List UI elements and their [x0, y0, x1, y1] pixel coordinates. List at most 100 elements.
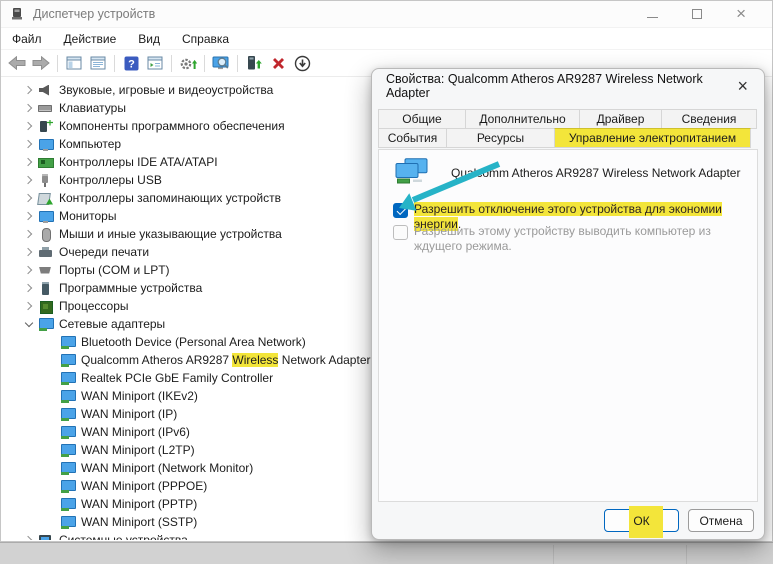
checkbox-checked-icon[interactable]: [393, 203, 408, 218]
monitor-icon: [38, 210, 54, 223]
cpu-icon: [38, 300, 53, 314]
keyboard-icon: [38, 102, 53, 115]
chevron-right-icon[interactable]: [20, 261, 38, 279]
menubar: Файл Действие Вид Справка: [1, 27, 772, 49]
network-adapter-icon: [60, 479, 76, 493]
ok-button[interactable]: ОК: [604, 506, 679, 538]
checkbox-unchecked-icon[interactable]: [393, 225, 408, 240]
svg-text:?: ?: [128, 58, 135, 70]
export-list-icon[interactable]: [143, 52, 167, 74]
window-controls: ×: [647, 5, 764, 22]
device-manager-app-icon: [12, 8, 22, 20]
chevron-right-icon[interactable]: [20, 117, 38, 135]
audio-device-icon: [38, 84, 53, 97]
toolbar-separator: [114, 54, 115, 72]
update-driver-icon[interactable]: [242, 52, 266, 74]
tab-details[interactable]: Сведения: [661, 109, 757, 129]
dialog-titlebar: Свойства: Qualcomm Atheros AR9287 Wirele…: [372, 69, 764, 103]
network-adapter-icon: [60, 461, 76, 475]
software-device-icon: [38, 281, 53, 295]
chevron-right-icon[interactable]: [20, 135, 38, 153]
network-adapter-icon: [60, 515, 76, 529]
show-console-tree-icon[interactable]: [62, 52, 86, 74]
help-icon[interactable]: ?: [119, 52, 143, 74]
software-component-icon: [38, 120, 53, 133]
cancel-button[interactable]: Отмена: [688, 509, 754, 532]
label-post: Network Adapter: [278, 353, 371, 367]
toolbar-separator: [237, 54, 238, 72]
mouse-icon: [38, 227, 53, 242]
network-adapter-icon: [38, 317, 54, 331]
desktop-strip: [0, 542, 773, 564]
chevron-right-icon[interactable]: [20, 243, 38, 261]
highlighted-word: Wireless: [232, 353, 279, 367]
screen: Диспетчер устройств × Файл Действие Вид …: [0, 0, 773, 564]
chevron-right-icon[interactable]: [20, 207, 38, 225]
menu-help[interactable]: Справка: [171, 30, 240, 48]
chevron-right-icon[interactable]: [20, 279, 38, 297]
system-device-icon: [38, 534, 53, 540]
dialog-title: Свойства: Qualcomm Atheros AR9287 Wirele…: [386, 72, 703, 100]
chevron-right-icon[interactable]: [20, 189, 38, 207]
dialog-tabs: Общие Дополнительно Драйвер Сведения Соб…: [378, 109, 758, 148]
toolbar-separator: [57, 54, 58, 72]
storage-controller-icon: [38, 192, 53, 205]
ide-controller-icon: [38, 156, 54, 169]
tab-power-management[interactable]: Управление электропитанием: [554, 128, 751, 148]
strip-divider: [553, 545, 554, 564]
dialog-footer: ОК Отмена: [378, 506, 758, 538]
network-adapter-icon: [60, 389, 76, 403]
back-icon[interactable]: [5, 52, 29, 74]
chevron-right-icon[interactable]: [20, 171, 38, 189]
toolbar-separator: [204, 54, 205, 72]
chevron-right-icon[interactable]: [20, 81, 38, 99]
network-adapter-icon: [60, 407, 76, 421]
scan-hardware-changes-icon[interactable]: [209, 52, 233, 74]
network-adapter-icon: [60, 425, 76, 439]
network-adapter-icon: [395, 158, 428, 184]
network-adapter-icon: [60, 335, 76, 349]
chevron-right-icon[interactable]: [20, 153, 38, 171]
tab-row-1: Общие Дополнительно Драйвер Сведения: [378, 109, 758, 129]
network-adapter-icon: [60, 443, 76, 457]
network-adapter-icon: [60, 353, 76, 367]
tab-row-2: События Ресурсы Управление электропитани…: [378, 128, 758, 148]
disable-device-icon[interactable]: [290, 52, 314, 74]
tab-resources[interactable]: Ресурсы: [446, 128, 555, 148]
titlebar: Диспетчер устройств ×: [1, 1, 772, 27]
port-icon: [38, 264, 53, 277]
maximize-icon[interactable]: [692, 9, 703, 19]
label-pre: Qualcomm Atheros AR9287: [81, 353, 233, 367]
chevron-right-icon[interactable]: [20, 99, 38, 117]
chevron-right-icon[interactable]: [20, 531, 38, 540]
tab-events[interactable]: События: [378, 128, 447, 148]
chevron-right-icon[interactable]: [20, 297, 38, 315]
menu-action[interactable]: Действие: [53, 30, 128, 48]
update-driver-settings-icon[interactable]: [176, 52, 200, 74]
properties-dialog: Свойства: Qualcomm Atheros AR9287 Wirele…: [371, 68, 765, 540]
power-management-page: Qualcomm Atheros AR9287 Wireless Network…: [378, 149, 758, 502]
menu-view[interactable]: Вид: [127, 30, 171, 48]
dialog-close-icon[interactable]: ×: [733, 77, 752, 95]
network-adapter-icon: [60, 497, 76, 511]
chevron-right-icon[interactable]: [20, 225, 38, 243]
tab-advanced[interactable]: Дополнительно: [465, 109, 580, 129]
device-header: Qualcomm Atheros AR9287 Wireless Network…: [393, 158, 740, 186]
toolbar-separator: [171, 54, 172, 72]
tab-driver[interactable]: Драйвер: [579, 109, 662, 129]
uninstall-device-icon[interactable]: [266, 52, 290, 74]
close-icon[interactable]: ×: [736, 5, 746, 22]
window-title: Диспетчер устройств: [33, 7, 156, 21]
printer-icon: [38, 246, 53, 259]
menu-file[interactable]: Файл: [1, 30, 53, 48]
show-action-pane-icon[interactable]: [86, 52, 110, 74]
tab-general[interactable]: Общие: [378, 109, 466, 129]
allow-wake-checkbox[interactable]: Разрешить этому устройству выводить комп…: [393, 224, 757, 254]
device-name: Qualcomm Atheros AR9287 Wireless Network…: [451, 166, 741, 180]
computer-icon: [38, 138, 54, 151]
forward-icon[interactable]: [29, 52, 53, 74]
minimize-icon[interactable]: [647, 16, 659, 18]
chevron-down-icon[interactable]: [20, 315, 38, 333]
usb-icon: [38, 173, 53, 187]
network-adapter-icon: [60, 371, 76, 385]
